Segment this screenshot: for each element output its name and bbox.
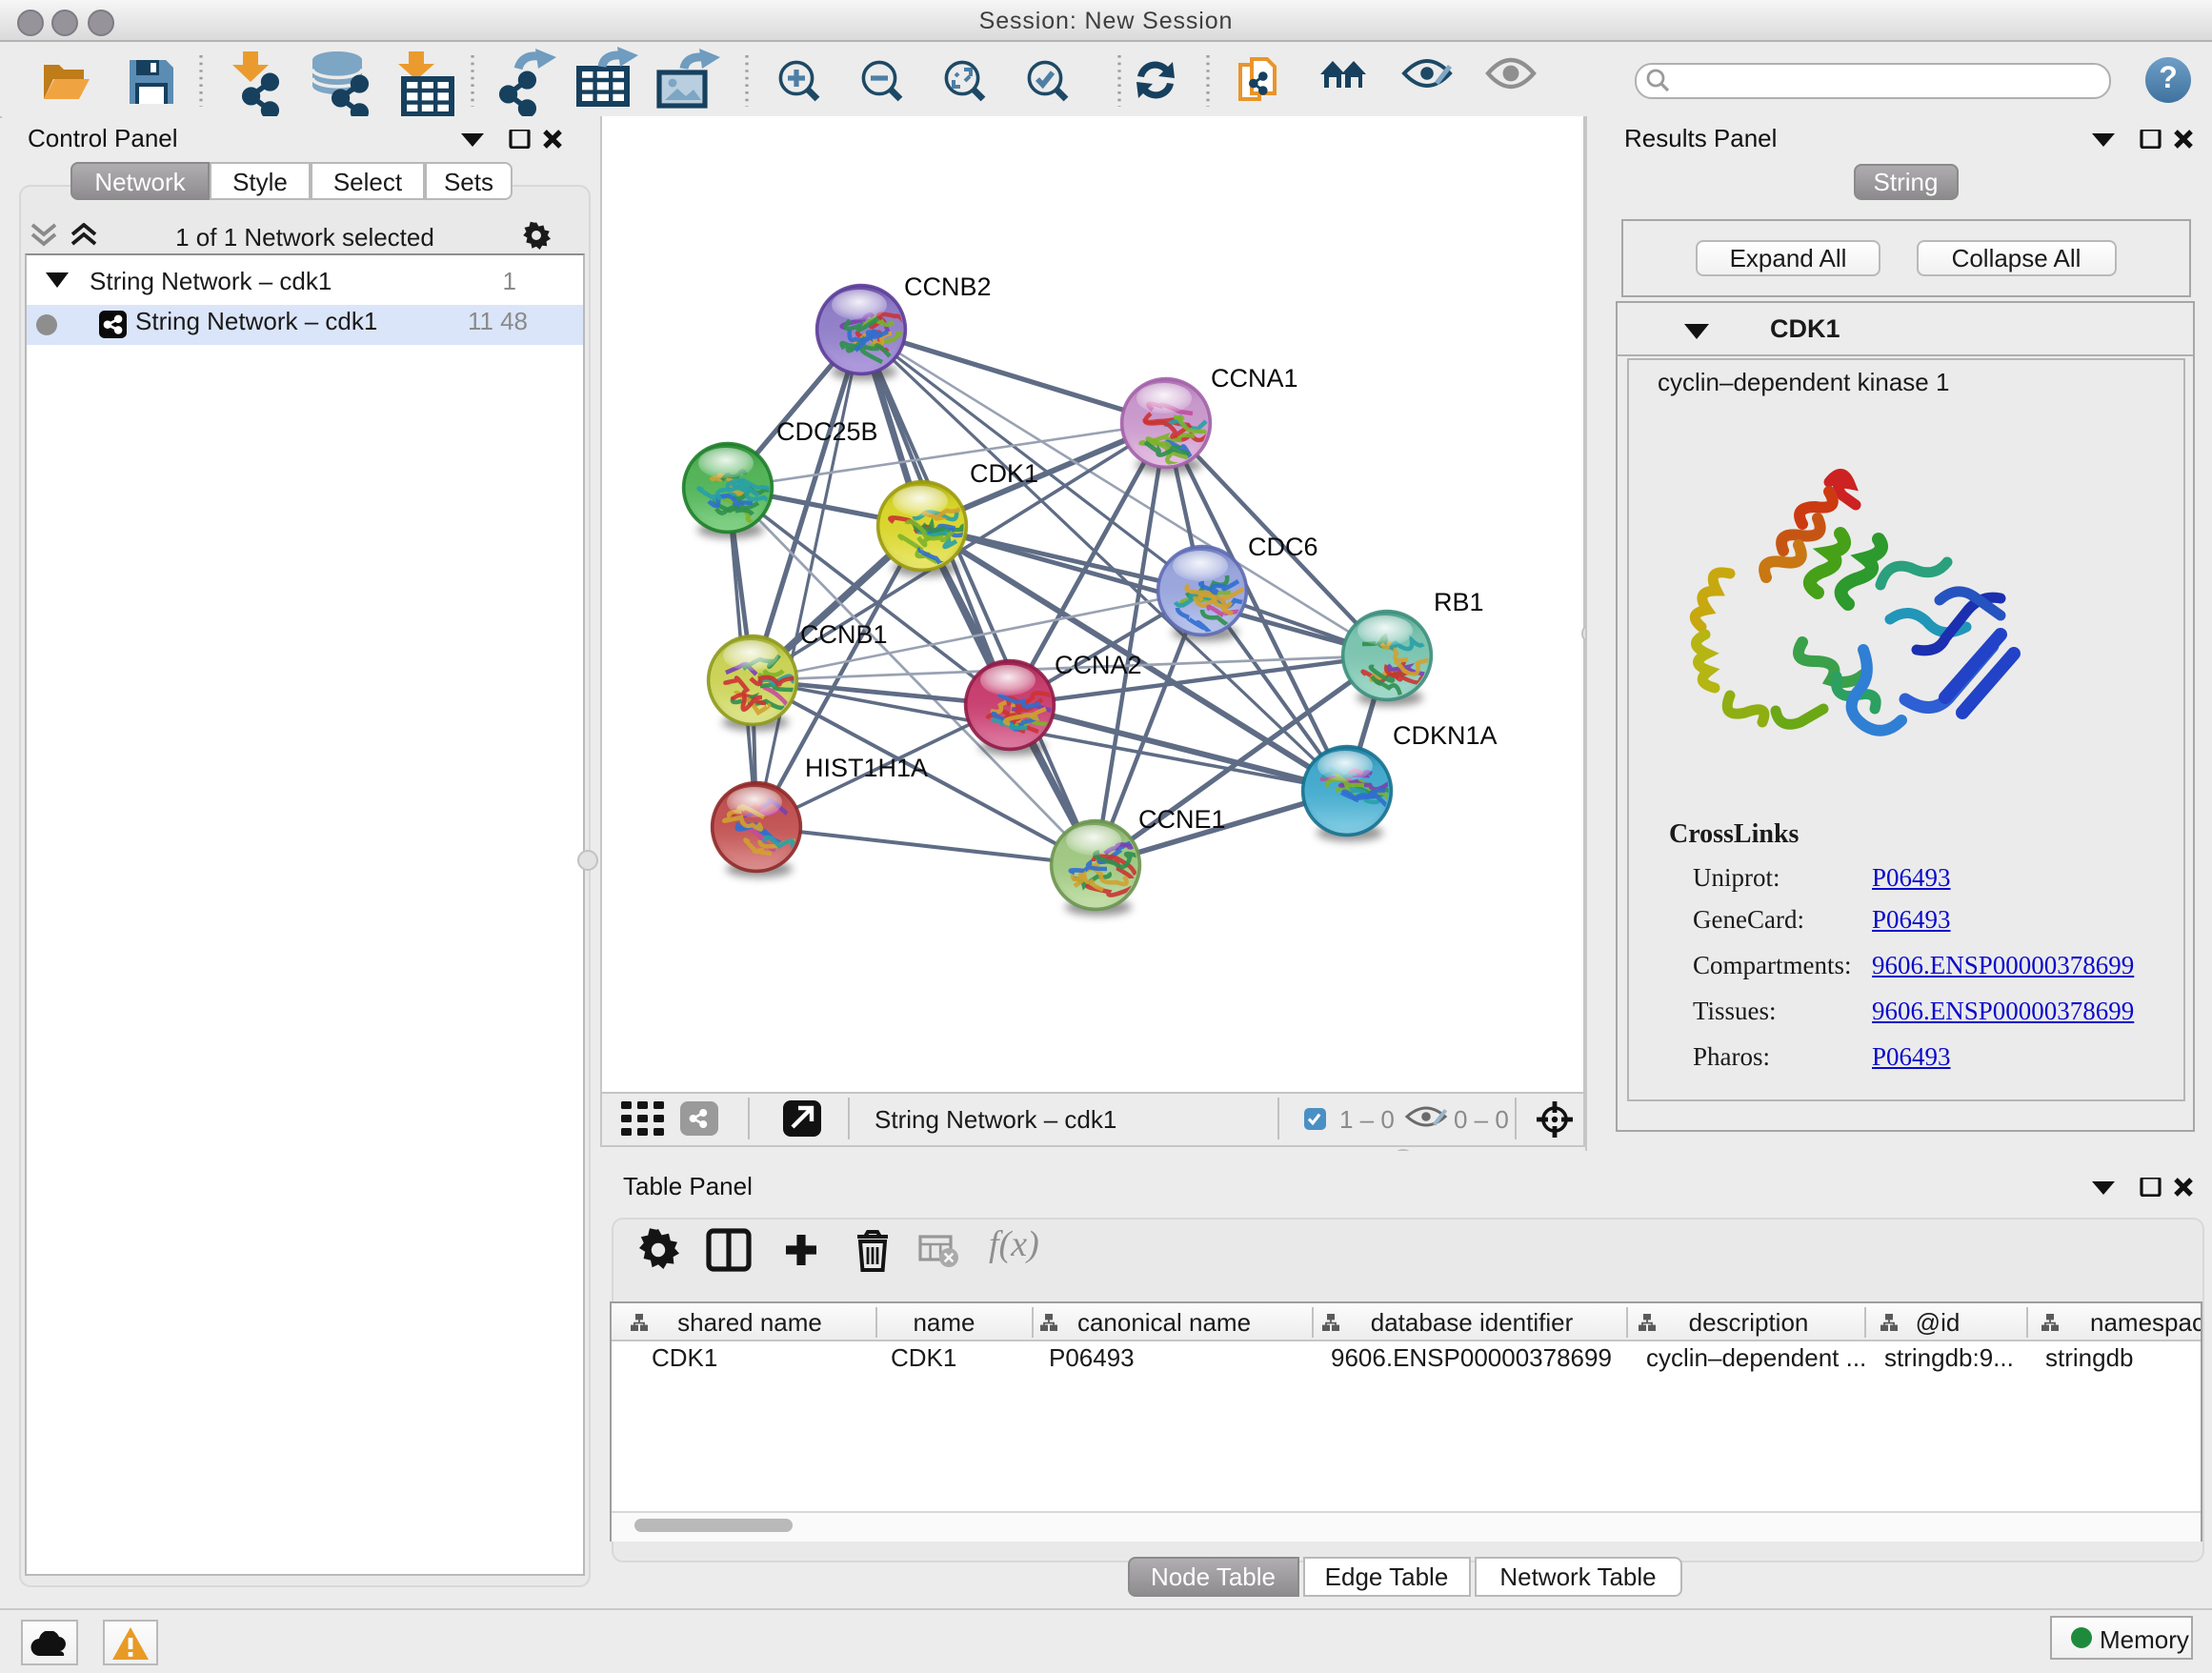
svg-text:CCNA1: CCNA1: [1211, 364, 1298, 393]
svg-text:description: description: [1689, 1307, 1809, 1336]
svg-text:canonical name: canonical name: [1077, 1307, 1251, 1336]
svg-text:@id: @id: [1916, 1307, 1961, 1336]
svg-text:CCNA2: CCNA2: [1055, 651, 1142, 679]
svg-text:name: name: [913, 1307, 975, 1336]
svg-text:namespac: namespac: [2090, 1307, 2201, 1336]
svg-text:database identifier: database identifier: [1371, 1307, 1574, 1336]
svg-text:CDC6: CDC6: [1248, 533, 1318, 561]
svg-text:HIST1H1A: HIST1H1A: [805, 754, 928, 782]
svg-text:CCNB2: CCNB2: [904, 272, 992, 301]
svg-text:CCNB1: CCNB1: [800, 620, 888, 649]
svg-text:CDKN1A: CDKN1A: [1393, 721, 1498, 750]
svg-text:CDK1: CDK1: [970, 459, 1038, 488]
svg-text:CCNE1: CCNE1: [1138, 805, 1226, 834]
svg-text:shared name: shared name: [677, 1307, 822, 1336]
svg-text:CDC25B: CDC25B: [776, 417, 878, 446]
svg-text:RB1: RB1: [1434, 588, 1484, 616]
